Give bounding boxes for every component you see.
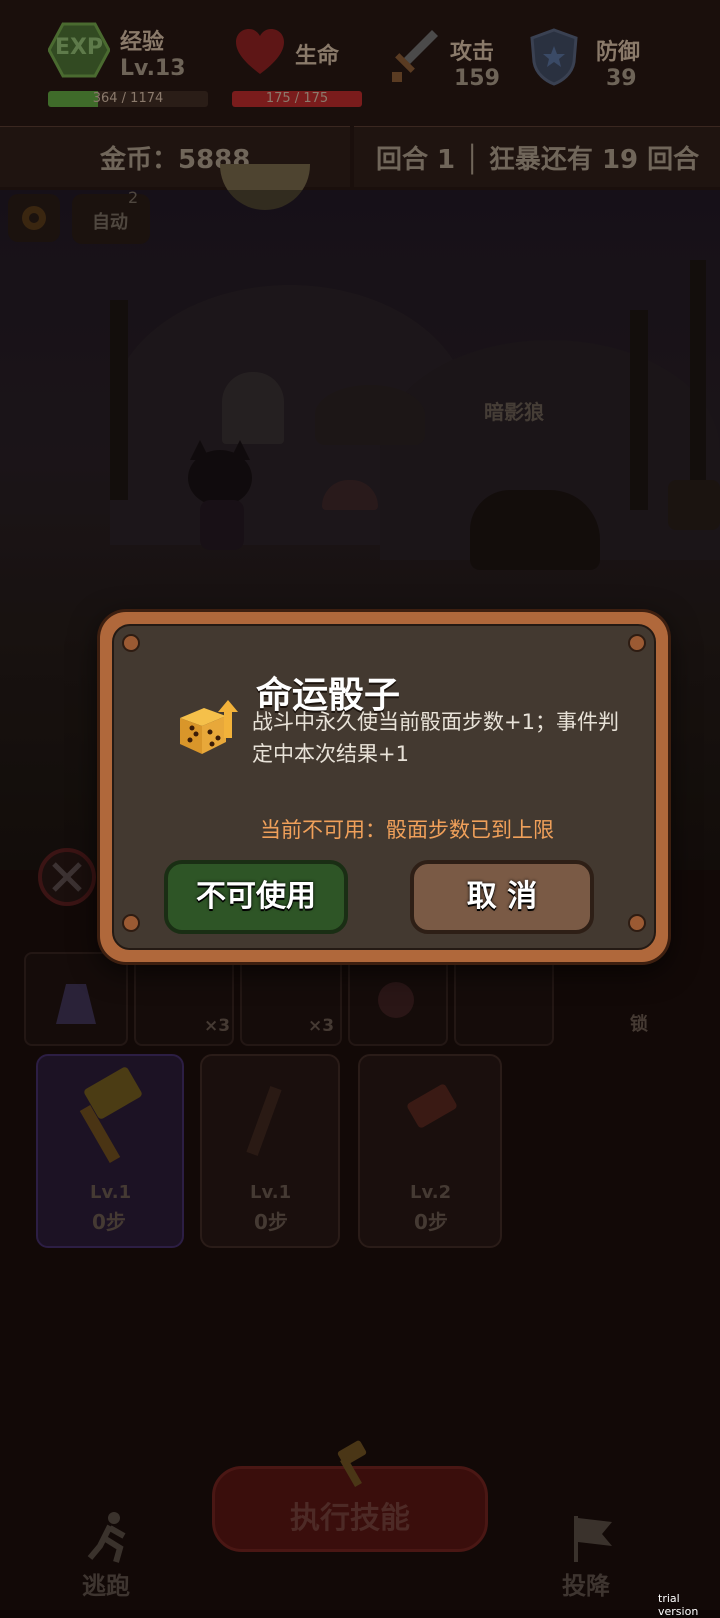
hp-bar-text: 175 / 175 [265, 91, 329, 106]
action-panel: ×3 ×3 锁 Lv.1 0步 Lv.1 0步 Lv.2 0步 逃跑 执行技能 … [0, 848, 720, 1610]
flee-label: 逃跑 [82, 1572, 130, 1600]
exp-icon: EXP [47, 22, 111, 78]
item-dialog: 命运骰子 战斗中永久使当前骰面步数+1；事件判 定中本次结果+1 当前不可用：骰… [100, 612, 668, 962]
exp-label: 经验 [120, 30, 165, 55]
item-slot-3[interactable]: ×3 [240, 952, 342, 1046]
axe-icon [246, 1086, 282, 1156]
exp-level: Lv.13 [120, 56, 186, 81]
defense-value: 39 [606, 66, 637, 91]
rivet-icon [122, 634, 140, 652]
dialog-desc-line1: 战斗中永久使当前骰面步数+1；事件判 [252, 710, 619, 734]
item-count: ×3 [204, 1016, 231, 1036]
unavailable-text: 当前不可用：骰面步数已到上限 [260, 818, 554, 842]
hp-bar: 175 / 175 [232, 91, 362, 107]
cancel-button[interactable]: 取 消 [410, 860, 594, 934]
rivet-icon [122, 914, 140, 932]
defense-label: 防御 [596, 40, 641, 65]
fire-axe-icon [407, 1084, 457, 1128]
skill-level: Lv.1 [90, 1182, 132, 1203]
watermark-text: trial version [658, 1592, 699, 1618]
lightning-hammer-icon [79, 1067, 142, 1163]
shield-icon [528, 28, 580, 86]
item-slot-potion[interactable] [24, 952, 128, 1046]
rivet-icon [628, 634, 646, 652]
exp-bar: 364 / 1174 [48, 91, 208, 107]
item-slot-4[interactable] [348, 952, 448, 1046]
lock-label: 锁 [630, 1014, 648, 1035]
white-flag-icon [574, 1516, 612, 1562]
skill-level: Lv.1 [250, 1182, 292, 1203]
running-man-icon [87, 1512, 126, 1563]
skill-steps: 0步 [92, 1210, 126, 1234]
skill-steps: 0步 [414, 1210, 448, 1234]
flee-button[interactable]: 逃跑 [70, 1510, 150, 1600]
no-attack-icon [38, 848, 96, 906]
skill-card-3[interactable]: Lv.2 0步 [358, 1054, 502, 1248]
item-slot-5[interactable] [454, 952, 554, 1046]
attack-label: 攻击 [450, 40, 495, 65]
hammer-icon [337, 1440, 367, 1487]
execute-skill-label: 执行技能 [290, 1501, 410, 1536]
surrender-button[interactable]: 投降 [554, 1510, 634, 1600]
hp-label: 生命 [295, 44, 340, 69]
surrender-label: 投降 [562, 1572, 610, 1600]
use-button[interactable]: 不可使用 [164, 860, 348, 934]
dice-icon [174, 698, 242, 760]
potion-icon [56, 984, 96, 1024]
cancel-button-label: 取 消 [466, 879, 538, 914]
execute-skill-button[interactable]: 执行技能 [212, 1440, 488, 1552]
attack-value: 159 [454, 66, 500, 91]
round-text: 回合 1 │ 狂暴还有 19 回合 [376, 145, 700, 175]
skill-level: Lv.2 [410, 1182, 452, 1203]
skill-steps: 0步 [254, 1210, 288, 1234]
exp-bar-text: 364 / 1174 [92, 91, 164, 106]
bomb-icon [378, 982, 414, 1018]
sword-icon [388, 28, 440, 84]
heart-icon [234, 28, 286, 76]
rivet-icon [628, 914, 646, 932]
use-button-label: 不可使用 [196, 879, 316, 914]
round-panel: 回合 1 │ 狂暴还有 19 回合 [354, 126, 720, 187]
dialog-desc-line2: 定中本次结果+1 [252, 742, 409, 766]
item-slot-2[interactable]: ×3 [134, 952, 234, 1046]
item-count: ×3 [308, 1016, 335, 1036]
skill-card-hammer[interactable]: Lv.1 0步 [36, 1054, 184, 1248]
skill-card-2[interactable]: Lv.1 0步 [200, 1054, 340, 1248]
